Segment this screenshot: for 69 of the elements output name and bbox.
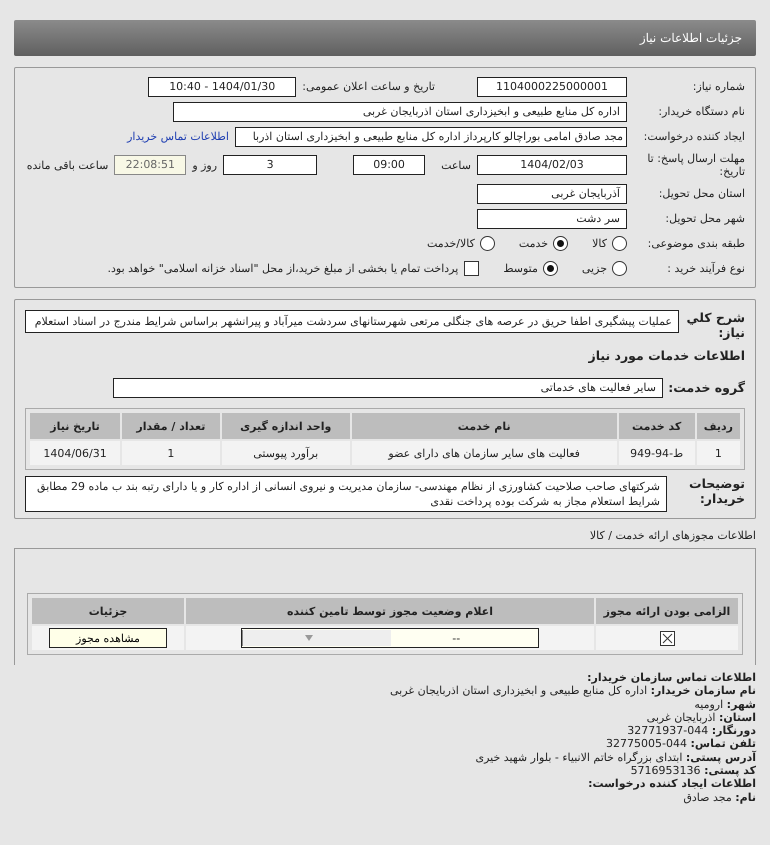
text-field[interactable]: اداره کل منابع طبیعی و ابخیزداری استان اذربایجان غربی [173,102,627,122]
radio-label: کالا/خدمت [427,237,475,250]
status-dropdown[interactable]: -- [241,628,539,648]
contact-line: نام سازمان خریدار: اداره کل منابع طبیعی و ابخیزداری استان اذربایجان غربی [389,684,756,698]
field-label: گروه خدمت: [669,380,745,395]
text-field[interactable]: مجد صادق امامی بوراچالو کارپرداز اداره کل منابع طبیعی و ابخیزداری استان اذربا [235,126,627,146]
column-header: الزامی بودن ارائه مجوز [595,597,739,625]
radio-button[interactable] [553,236,568,251]
radio-button[interactable] [480,236,495,251]
field-label: توضیحات خریدار: [688,476,745,506]
radio-label: جزیی [582,262,607,275]
buyer-contact-link[interactable]: اطلاعات تماس خریدار [127,130,229,143]
text-field[interactable]: سایر فعالیت های خدماتی [113,378,663,398]
date-field[interactable]: 1404/02/03 [477,155,627,175]
table-cell: 1404/06/31 [29,440,122,466]
remaining-time-field: 22:08:51 [114,155,186,175]
radio-label: خدمت [518,237,548,250]
table-cell: 1 [696,440,741,466]
section-title: اطلاعات خدمات مورد نیاز [587,348,745,363]
radio-label: متوسط [503,262,538,275]
column-header: تعداد / مقدار [121,412,221,440]
column-header: کد خدمت [618,412,696,440]
field-label: مهلت ارسال پاسخ: تا تاریخ: [646,152,745,178]
field-label: شماره نیاز: [692,80,745,93]
field-label: روز و [192,158,218,172]
column-header: نام خدمت [350,412,618,440]
radio-button[interactable] [612,236,627,251]
text-field[interactable]: آذربایجان غربی [477,184,627,204]
section-title: اطلاعات مجوزهای ارائه خدمت / کالا [588,529,756,542]
text-field[interactable]: سر دشت [477,208,627,228]
text-field[interactable]: 1404/01/30 - 10:40 [148,76,296,96]
column-header: واحد اندازه گیری [220,412,351,440]
radio-label: کالا [592,237,607,250]
column-header: جزئیات [31,597,185,625]
field-label: شرح کلي نياز: [686,310,745,340]
view-permit-button[interactable]: مشاهده مجوز [49,628,167,648]
text-field[interactable]: 1104000225000001 [477,76,627,96]
description-box: عملیات پیشگیری اطفا حریق در عرصه های جنگلی مرتعی شهرستانهای سردشت میرآباد و پیرانشهر براساس شرایط مندرج در اسناد استعلام [25,310,679,333]
field-label: طبقه بندی موضوعی: [646,237,745,250]
field-label: شهر محل تحویل: [664,212,745,225]
column-header: ردیف [696,412,741,440]
contact-line: آدرس پستی: ابتدای بزرگراه خاتم الانبیاء - بلوار شهید خیری [474,750,756,764]
field-label: نوع فرآیند خرید : [666,262,745,275]
field-label: ساعت باقی مانده [26,158,108,172]
page-header: جزئیات اطلاعات نیاز [14,20,756,56]
column-header: تاریخ نیاز [29,412,122,440]
table-cell: ط-94-949 [618,440,696,466]
column-header: اعلام وضعیت مجوز توسط تامین کننده [185,597,595,625]
section-title: اطلاعات ایجاد کننده درخواست: [587,777,756,791]
section-title: اطلاعات تماس سازمان خریدار: [586,671,756,684]
radio-button[interactable] [612,261,627,276]
table-cell: برآورد پیوستی [220,440,351,466]
table-cell: فعالیت های سایر سازمان های دارای عضو [350,440,618,466]
field-label: نام دستگاه خریدار: [657,105,745,118]
notes-box: شرکتهای صاحب صلاحیت کشاورزی از نظام مهندسی- سازمان مدیریت و نیروی انسانی از اداره کار و یا دارای رتبه بند ب ماده 29 مطابق شرایط استعلام مجاز به شرکت بوده پرداخت نقدی [25,476,667,512]
field-label: استان محل تحویل: [658,187,745,200]
field-label: تاریخ و ساعت اعلان عمومی: [302,80,435,93]
checkbox[interactable] [464,261,480,276]
field-label: ساعت [441,158,471,172]
radio-button[interactable] [542,261,558,276]
contact-line: استان: اذربایجان غربی [646,710,756,724]
dropdown-arrow-icon [304,635,313,641]
field-label: ایجاد کننده درخواست: [642,130,745,143]
days-field[interactable]: 3 [223,155,318,175]
checkbox-label: پرداخت تمام یا بخشی از مبلغ خرید،از محل "اسناد خزانه اسلامی" خواهد بود. [108,262,458,275]
table-cell: 1 [121,440,221,466]
contact-line: شهر: ارومیه [693,698,756,711]
contact-line: نام: مجد صادق [682,790,756,804]
time-field[interactable]: 09:00 [353,155,426,175]
